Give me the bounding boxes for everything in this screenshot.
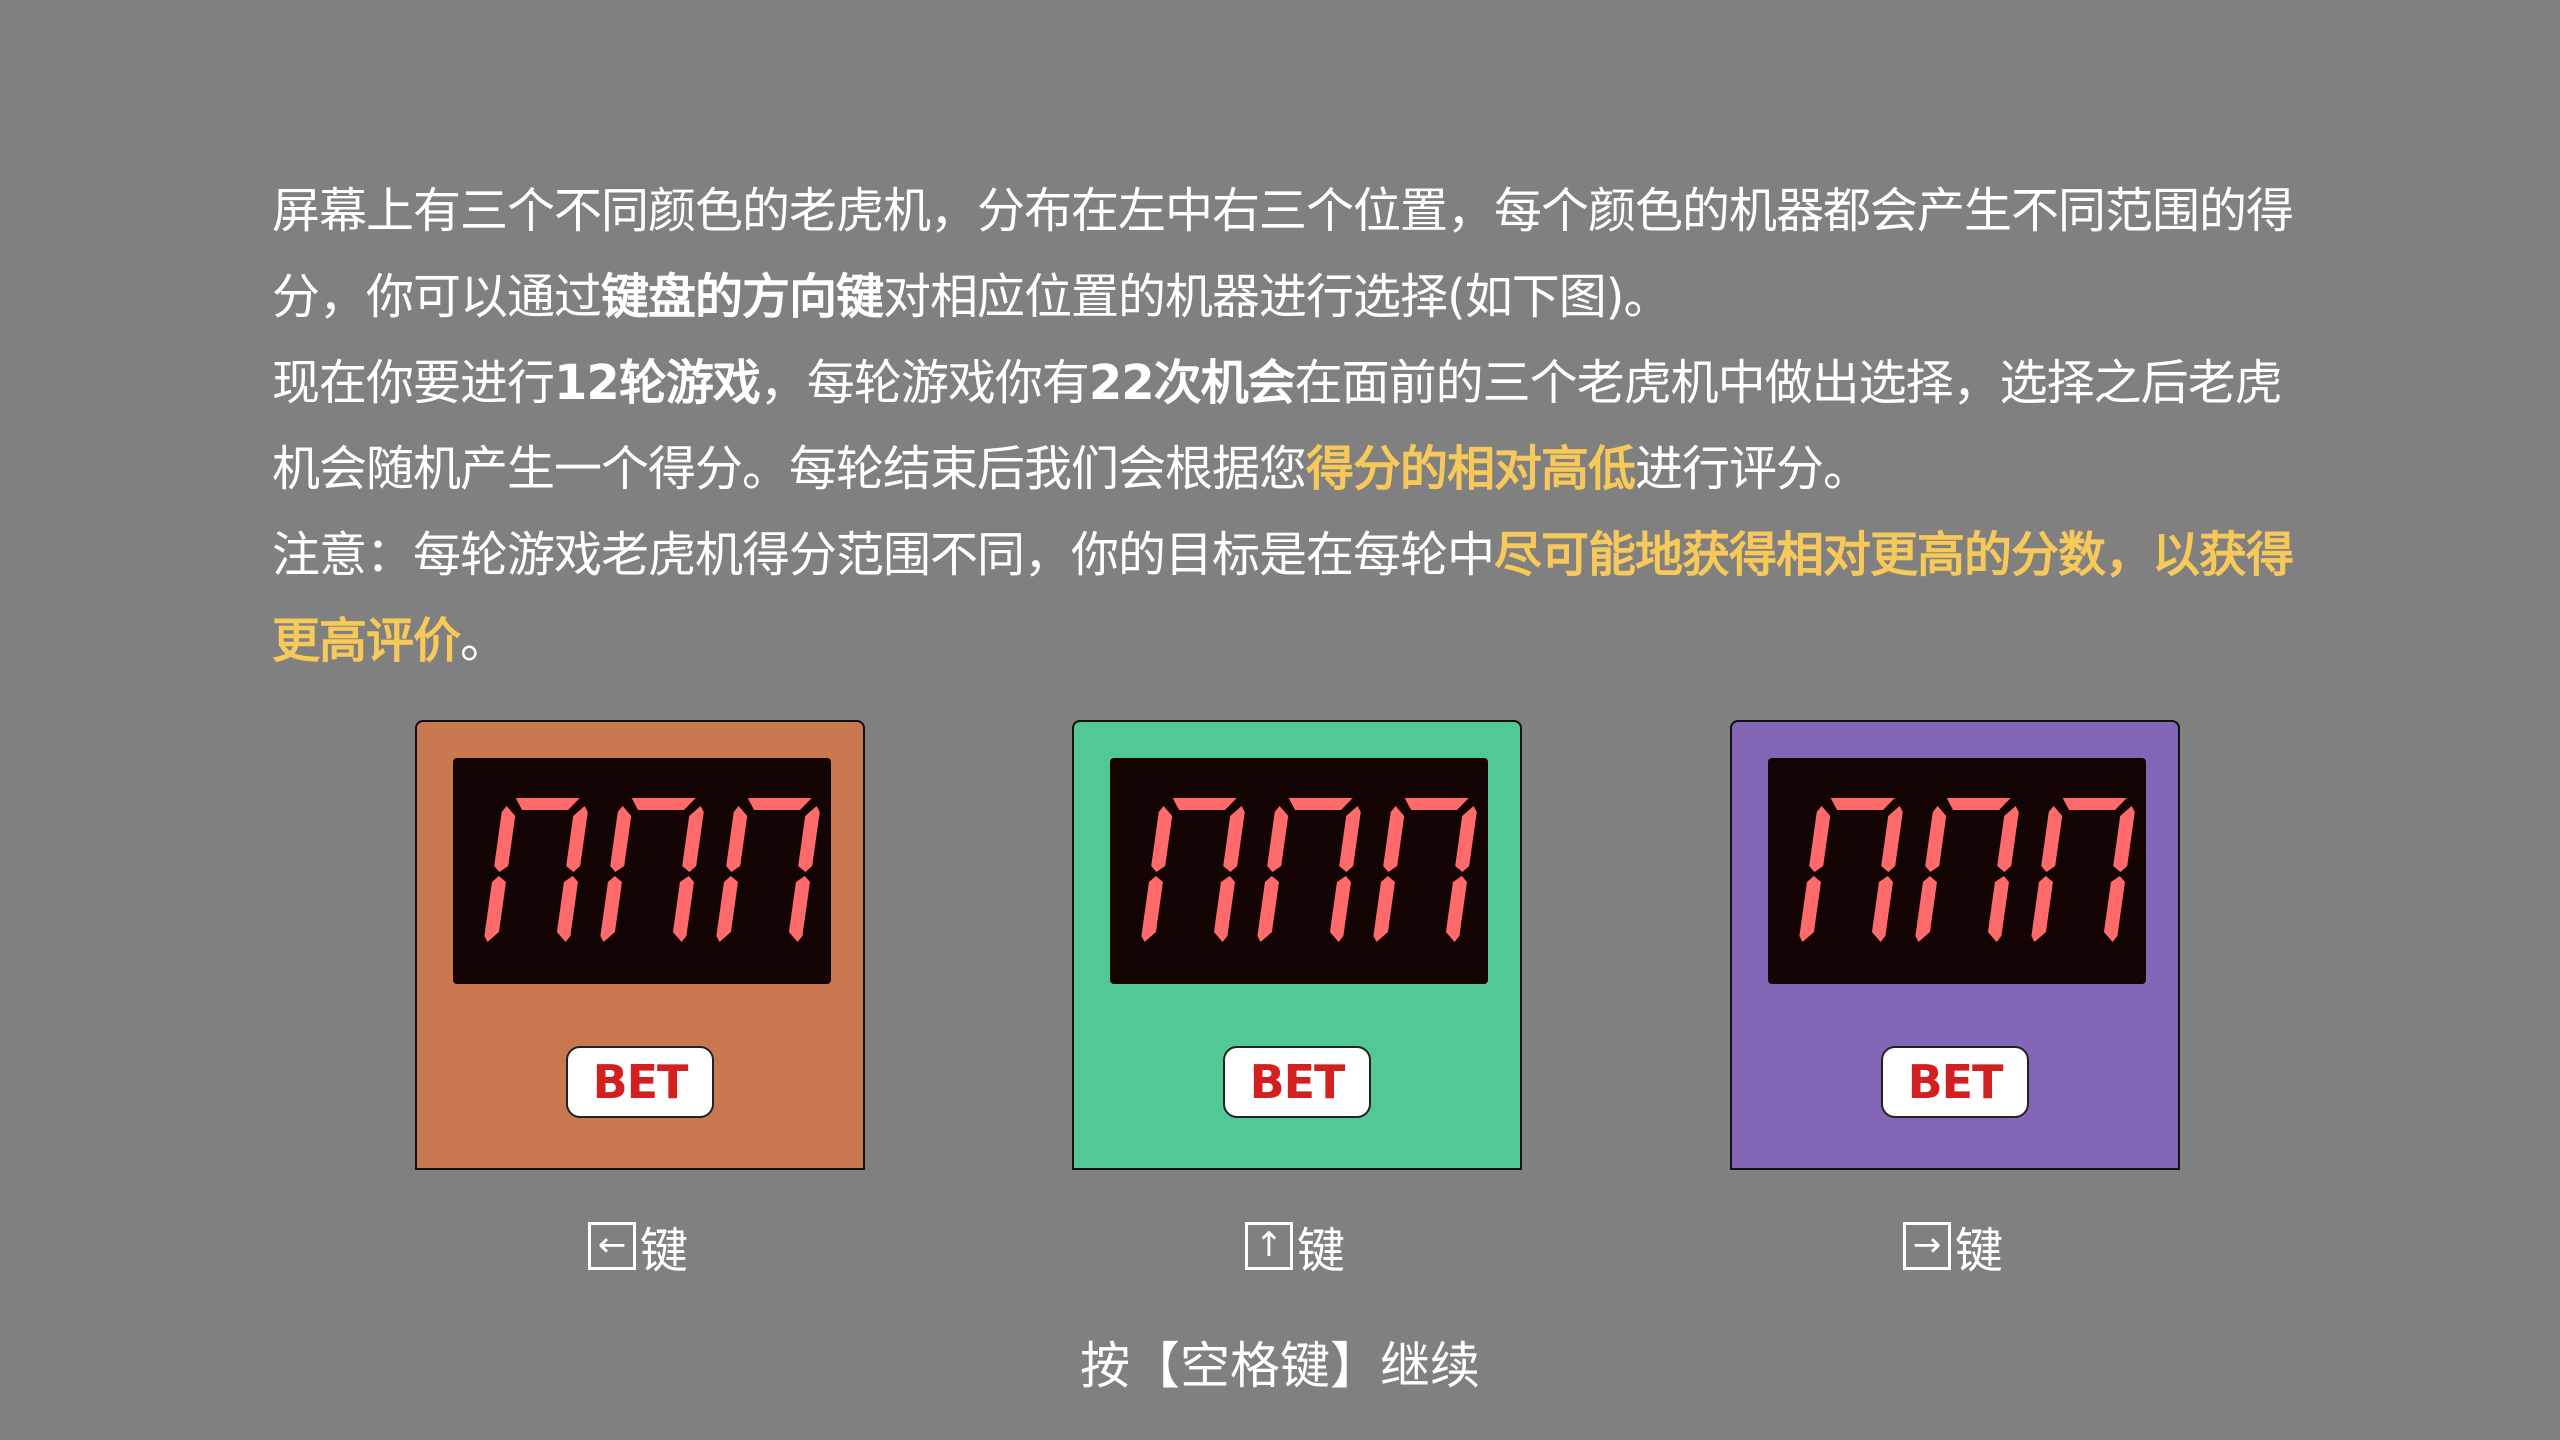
digit-segment-left-upper (1151, 806, 1173, 872)
digit-segment-left-upper (610, 806, 632, 872)
seven-segment-digits (484, 798, 820, 942)
score-display (1768, 758, 2146, 984)
digit-segment-left-upper (726, 806, 748, 872)
key-hint-right: → 键 (1903, 1214, 2004, 1279)
slot-machine-right[interactable]: BET (1730, 720, 2180, 1170)
score-display (453, 758, 831, 984)
instructions-text-run: 进行评分。 (1635, 441, 1871, 497)
digit-segment-right-upper (1223, 806, 1245, 872)
key-hint-left: ← 键 (588, 1214, 689, 1279)
instructions-text-run: 注意：每轮游戏老虎机得分范围不同，你的目标是在每轮中 (272, 527, 1495, 583)
digit-segment-left-upper (1267, 806, 1289, 872)
instructions-paragraph-2: 现在你要进行12轮游戏，每轮游戏你有22次机会在面前的三个老虎机中做出选择，选择… (272, 340, 2302, 512)
key-hint-up: ↑ 键 (1245, 1214, 1346, 1279)
digit-segment-right-lower (788, 876, 810, 942)
digit-segment-left-lower (484, 876, 506, 942)
bet-button[interactable]: BET (566, 1046, 714, 1118)
bet-button[interactable]: BET (1223, 1046, 1371, 1118)
instructions-text-run: ，每轮游戏你有 (759, 355, 1090, 411)
seven-segment-digits (1799, 798, 2135, 942)
instructions-paragraph-1: 屏幕上有三个不同颜色的老虎机，分布在左中右三个位置，每个颜色的机器都会产生不同范… (272, 168, 2302, 340)
digit-segment-left-lower (1799, 876, 1821, 942)
instructions-text-run: 对相应位置的机器进行选择(如下图)。 (883, 269, 1671, 325)
left-arrow-key-icon: ← (588, 1222, 636, 1270)
digit-segment-left-lower (600, 876, 622, 942)
digit-segment-right-upper (1455, 806, 1477, 872)
digit-segment-top (2062, 798, 2127, 810)
instructions-text-run: 现在你要进行 (272, 355, 555, 411)
seven-segment-digits (1141, 798, 1477, 942)
digit-segment-left-lower (2031, 876, 2053, 942)
digit-segment-right-upper (2113, 806, 2135, 872)
digit-segment-right-lower (1213, 876, 1235, 942)
instructions-emphasis: 键盘的方向键 (601, 269, 884, 325)
instructions-text: 屏幕上有三个不同颜色的老虎机，分布在左中右三个位置，每个颜色的机器都会产生不同范… (272, 168, 2302, 684)
score-display (1110, 758, 1488, 984)
key-hint-label: 键 (640, 1223, 689, 1279)
instructions-highlight: 得分的相对高低 (1306, 441, 1636, 497)
digit-segment-top (1830, 798, 1895, 810)
digit-segment-left-upper (494, 806, 516, 872)
instructions-text-run: 。 (460, 613, 508, 669)
digit-segment-right-upper (798, 806, 820, 872)
digit-segment-top (515, 798, 580, 810)
trials-count-emphasis: 22次机会 (1088, 355, 1296, 411)
continue-prompt: 按【空格键】继续 (1080, 1337, 1480, 1395)
digit-segment-top (1404, 798, 1469, 810)
digit-segment-right-upper (682, 806, 704, 872)
slot-machine-left[interactable]: BET (415, 720, 865, 1170)
digit-segment-top (747, 798, 812, 810)
digit-segment-right-upper (1997, 806, 2019, 872)
digit-segment-right-lower (672, 876, 694, 942)
digit-segment-left-upper (1925, 806, 1947, 872)
digit-segment-top (1288, 798, 1353, 810)
instructions-paragraph-3: 注意：每轮游戏老虎机得分范围不同，你的目标是在每轮中尽可能地获得相对更高的分数，… (272, 512, 2302, 684)
digit-segment-top (631, 798, 696, 810)
digit-segment-right-lower (1445, 876, 1467, 942)
digit-segment-top (1172, 798, 1237, 810)
instruction-screen: 屏幕上有三个不同颜色的老虎机，分布在左中右三个位置，每个颜色的机器都会产生不同范… (0, 0, 2560, 1440)
digit-segment-right-lower (1987, 876, 2009, 942)
digit-segment-left-lower (1373, 876, 1395, 942)
digit-segment-right-upper (1881, 806, 1903, 872)
digit-segment-left-upper (1809, 806, 1831, 872)
rounds-count-emphasis: 12轮游戏 (554, 355, 761, 411)
digit-segment-top (1946, 798, 2011, 810)
key-hint-label: 键 (1955, 1223, 2004, 1279)
digit-segment-left-lower (1915, 876, 1937, 942)
digit-segment-right-lower (1329, 876, 1351, 942)
digit-segment-right-upper (566, 806, 588, 872)
slot-machine-center[interactable]: BET (1072, 720, 1522, 1170)
digit-segment-left-lower (1141, 876, 1163, 942)
bet-button[interactable]: BET (1881, 1046, 2029, 1118)
digit-segment-right-upper (1339, 806, 1361, 872)
digit-segment-right-lower (2103, 876, 2125, 942)
digit-segment-right-lower (556, 876, 578, 942)
up-arrow-key-icon: ↑ (1245, 1222, 1293, 1270)
digit-segment-left-lower (716, 876, 738, 942)
digit-segment-left-lower (1257, 876, 1279, 942)
right-arrow-key-icon: → (1903, 1222, 1951, 1270)
digit-segment-left-upper (1383, 806, 1405, 872)
digit-segment-right-lower (1871, 876, 1893, 942)
digit-segment-left-upper (2041, 806, 2063, 872)
key-hint-label: 键 (1297, 1223, 1346, 1279)
